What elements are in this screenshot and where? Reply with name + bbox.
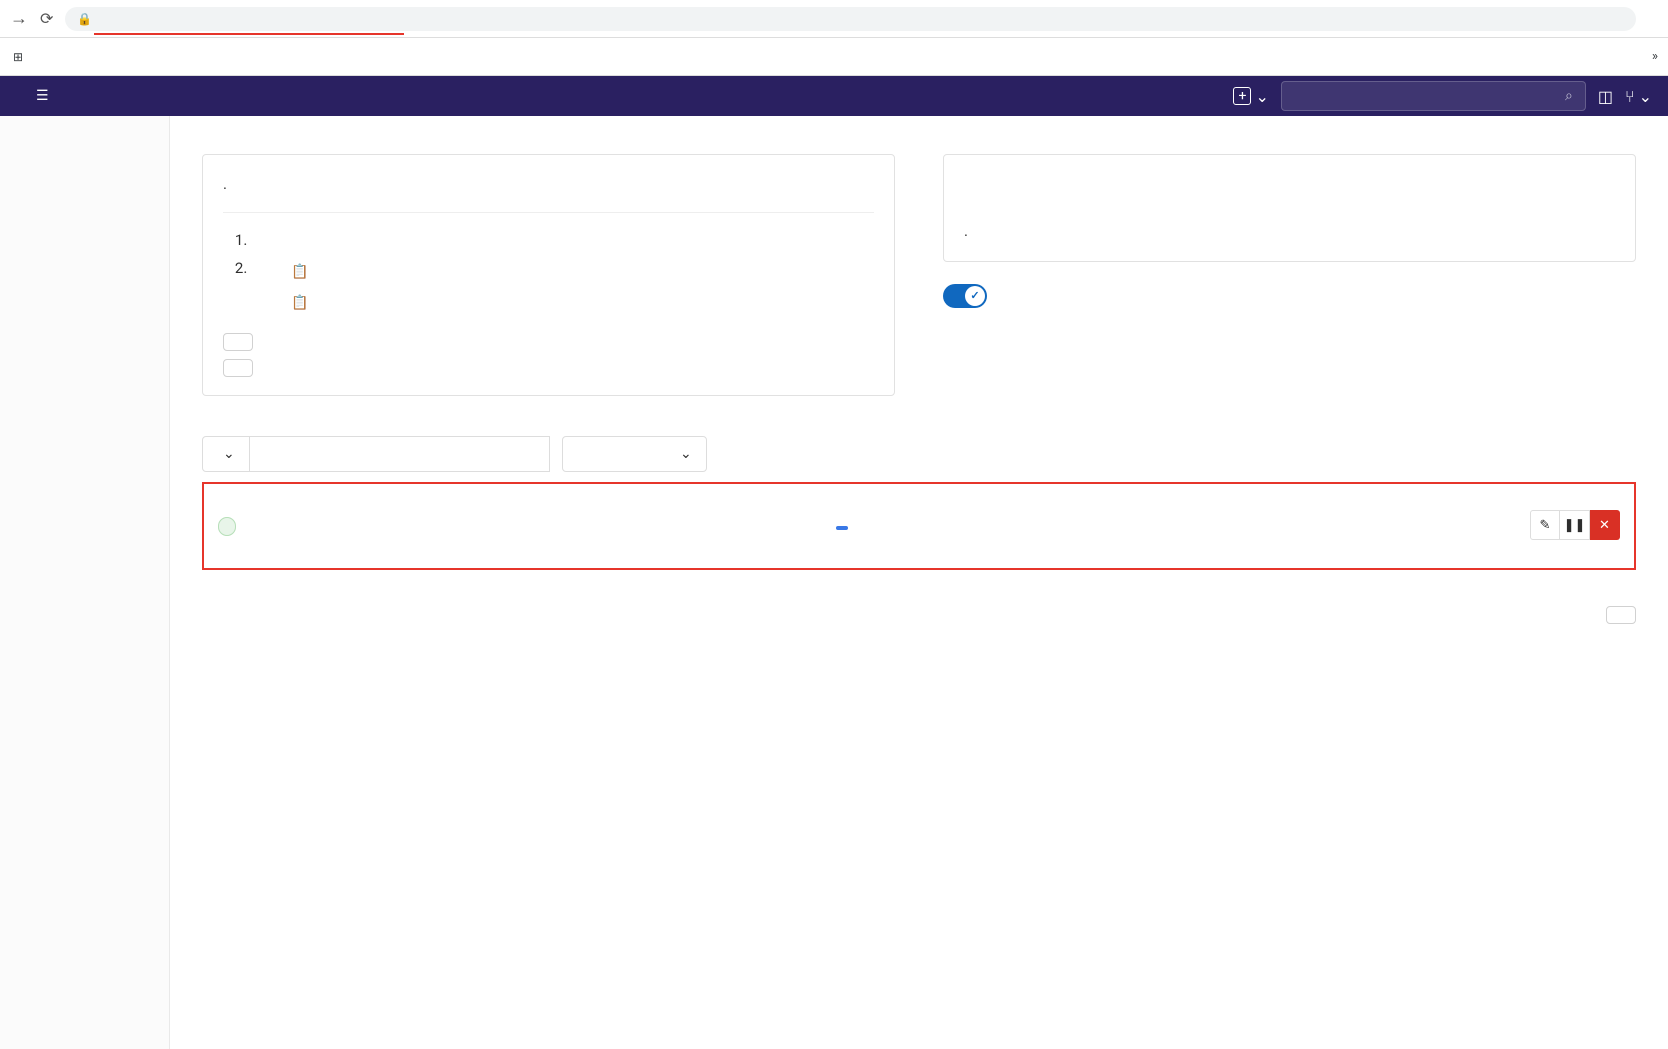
table-header [208,484,1630,500]
expand-button[interactable] [1606,606,1636,624]
chevron-down-icon: ⌄ [680,446,692,462]
issues-icon[interactable]: ◫ [1598,87,1613,106]
back-button[interactable]: → [10,8,28,29]
chevron-down-icon: ⌄ [1639,87,1652,106]
menu-button[interactable]: ☰ [36,88,57,104]
delete-runner-button[interactable]: ✕ [1590,510,1620,540]
search-input[interactable]: ⌕ [1281,81,1586,111]
runner-tag [836,526,848,530]
shared-runners-toggle[interactable] [943,284,987,308]
shared-runners-card: . [943,154,1636,262]
chevron-down-icon: ⌄ [1255,87,1268,106]
sidebar-title[interactable] [0,134,169,148]
reload-button[interactable]: ⟳ [40,9,53,28]
group-runners-card: . 📋 📋 [202,154,895,396]
edit-runner-button[interactable]: ✎ [1530,510,1560,540]
copy-token-icon[interactable]: 📋 [291,293,308,315]
pause-runner-button[interactable]: ❚❚ [1560,510,1590,540]
main-content: . 📋 📋 [170,116,1668,1049]
recent-searches-dropdown[interactable]: ⌄ [202,436,250,472]
sidebar [0,116,170,1049]
show-instructions-button[interactable] [223,359,253,377]
runners-table-highlight: ✎ ❚❚ ✕ [202,482,1636,570]
search-icon: ⌕ [1565,88,1573,104]
type-badge [218,517,236,536]
apps-button[interactable]: ⊞ [10,49,32,65]
filter-search-input[interactable] [250,436,550,472]
url-highlight [94,33,404,35]
sort-dropdown[interactable]: ⌄ [562,436,707,472]
new-button[interactable]: +⌄ [1233,87,1268,106]
reset-token-button[interactable] [223,333,253,351]
bookmarks-overflow-icon[interactable]: » [1652,49,1658,64]
filter-row: ⌄ ⌄ [202,436,1636,472]
chevron-down-icon: ⌄ [223,446,235,462]
gitlab-header: ☰ +⌄ ⌕ ◫ ⑂⌄ [0,76,1668,116]
url-bar[interactable]: 🔒 [65,7,1636,31]
copy-url-icon[interactable]: 📋 [291,262,308,284]
table-row: ✎ ❚❚ ✕ [208,500,1630,550]
merge-requests-icon[interactable]: ⑂⌄ [1625,87,1652,106]
bookmarks-bar: ⊞ » [0,38,1668,76]
lock-icon: 🔒 [77,12,92,26]
